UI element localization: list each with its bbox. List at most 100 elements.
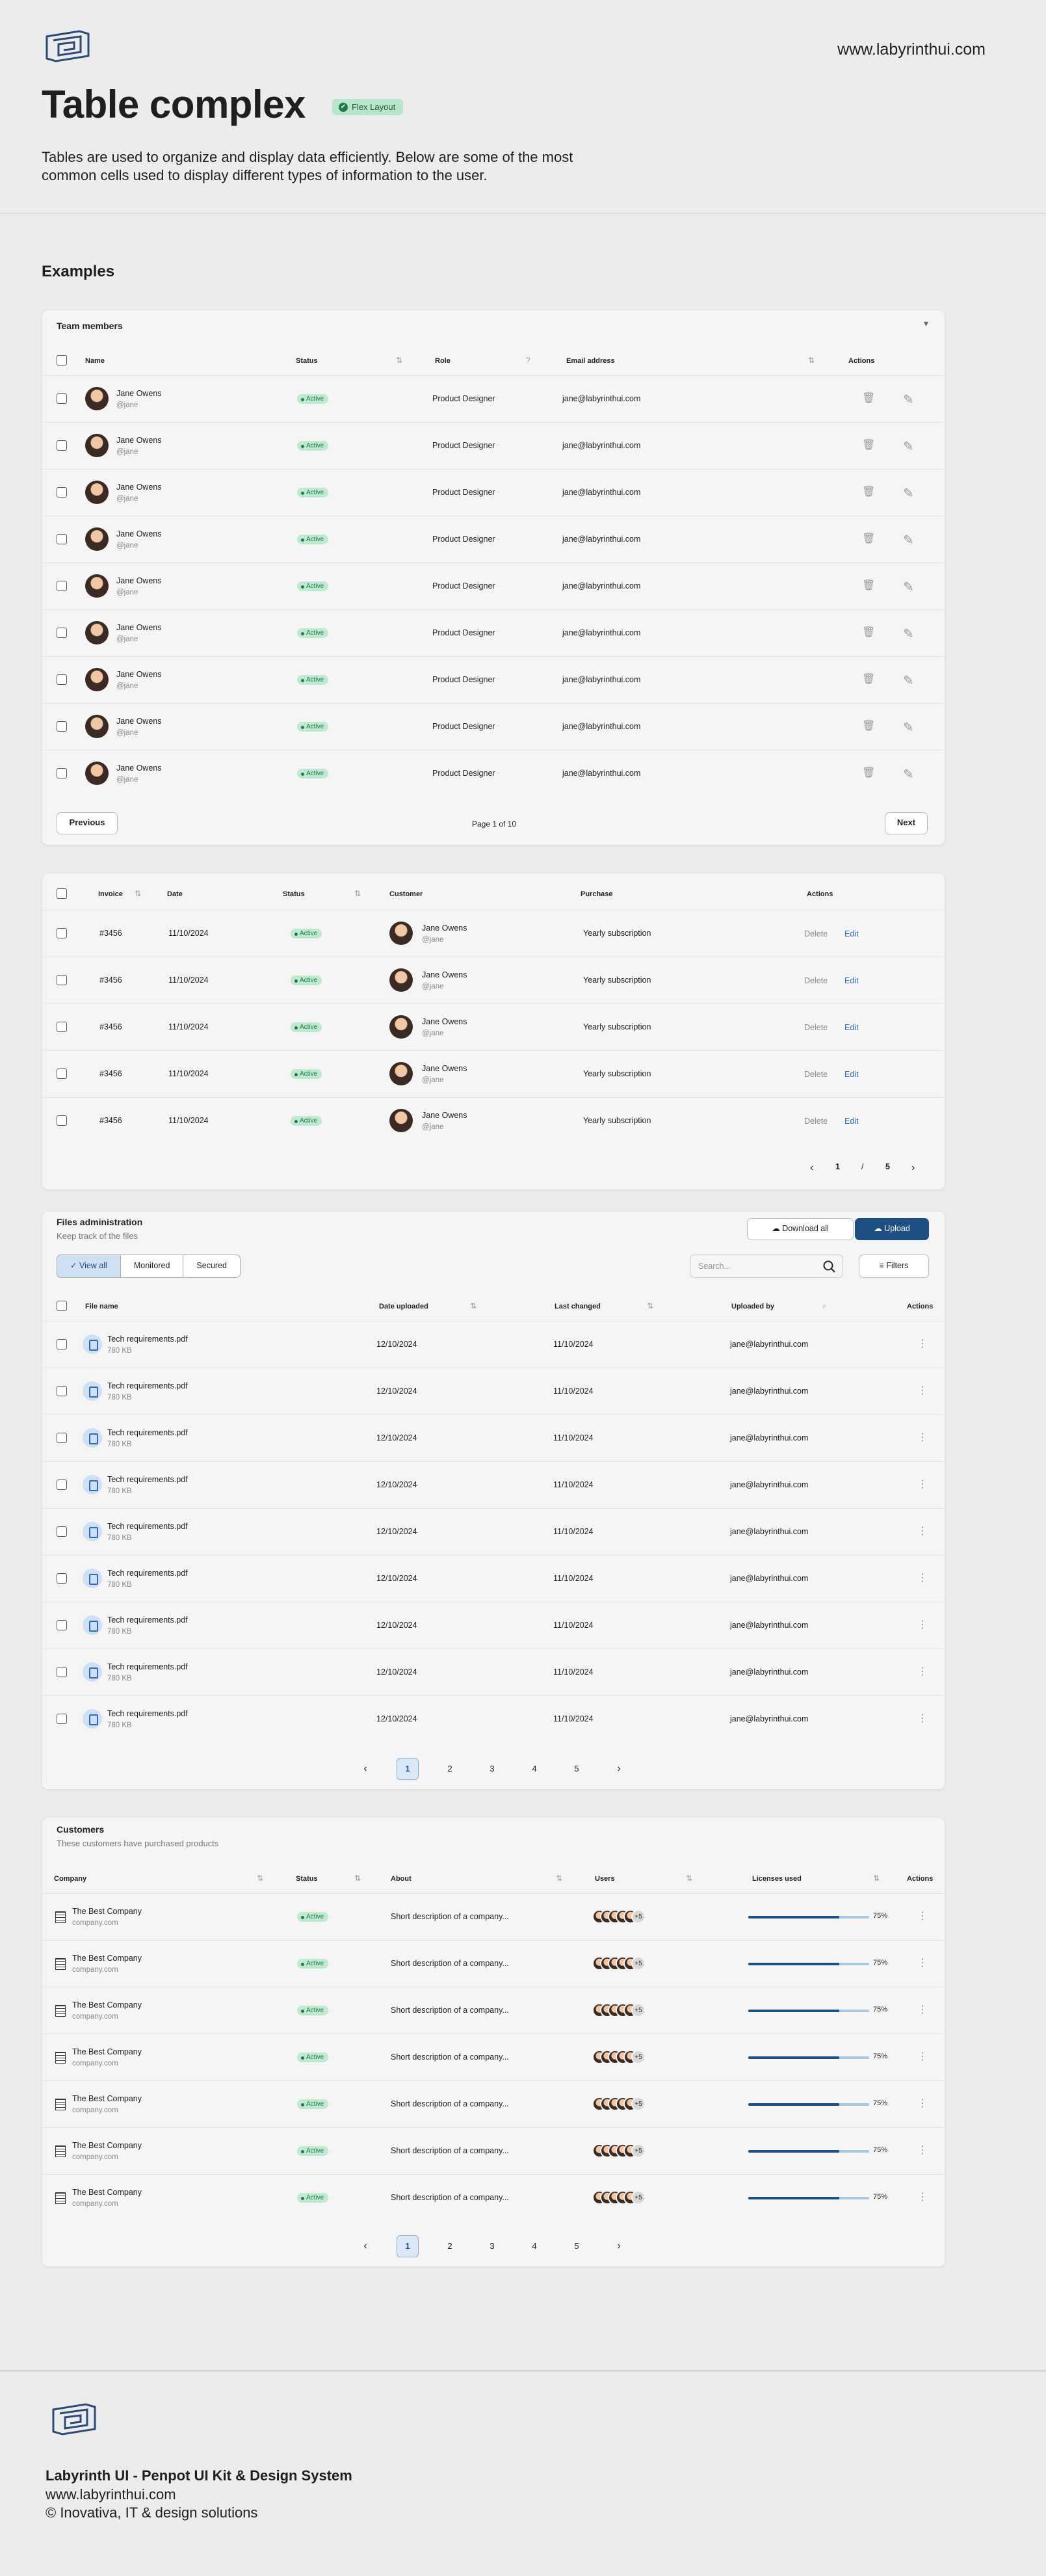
row-checkbox[interactable] [57,975,67,985]
tab-monitored[interactable]: Monitored [121,1255,184,1277]
trash-icon[interactable]: 🗑 [862,766,875,779]
row-checkbox[interactable] [57,534,67,544]
row-checkbox[interactable] [57,928,67,938]
pagination-page[interactable]: 4 [523,2235,545,2257]
tab-view-all[interactable]: ✓ View all [57,1255,121,1277]
kebab-menu-icon[interactable]: ⋮ [917,2097,928,2110]
pagination-page[interactable]: 4 [523,1758,545,1780]
tab-secured[interactable]: Secured [183,1255,240,1277]
pagination-prev-icon[interactable]: ‹ [354,2235,376,2257]
pager-current[interactable]: 1 [835,1162,840,1171]
row-checkbox[interactable] [57,1433,67,1443]
row-checkbox[interactable] [57,1339,67,1349]
kebab-menu-icon[interactable]: ⋮ [917,1524,928,1537]
kebab-menu-icon[interactable]: ⋮ [917,1909,928,1922]
sort-icon[interactable]: ⇅ [686,1874,692,1883]
dropdown-icon[interactable]: ▾ [924,318,928,329]
trash-icon[interactable]: 🗑 [862,532,875,545]
edit-icon[interactable]: ✎ [903,579,914,595]
sort-icon[interactable]: ⇅ [808,356,815,365]
edit-icon[interactable]: ✎ [903,766,914,782]
row-checkbox[interactable] [57,487,67,498]
pagination-prev-icon[interactable]: ‹ [354,1758,376,1780]
pagination-page[interactable]: 2 [439,1758,461,1780]
sort-icon[interactable]: ⇅ [354,889,361,898]
kebab-menu-icon[interactable]: ⋮ [917,1956,928,1969]
trash-icon[interactable]: 🗑 [862,485,875,498]
edit-link[interactable]: Edit [844,1070,859,1079]
delete-link[interactable]: Delete [804,929,828,938]
delete-link[interactable]: Delete [804,1023,828,1032]
edit-link[interactable]: Edit [844,1023,859,1032]
edit-icon[interactable]: ✎ [903,485,914,501]
search-column-icon[interactable]: ⌕ [822,1301,827,1311]
edit-link[interactable]: Edit [844,1117,859,1126]
pager-prev-icon[interactable]: ‹ [810,1162,813,1174]
kebab-menu-icon[interactable]: ⋮ [917,2190,928,2203]
site-url[interactable]: www.labyrinthui.com [837,40,986,59]
delete-link[interactable]: Delete [804,1117,828,1126]
trash-icon[interactable]: 🗑 [862,579,875,592]
next-button[interactable]: Next [885,812,928,834]
row-checkbox[interactable] [57,721,67,732]
row-checkbox[interactable] [57,581,67,591]
row-checkbox[interactable] [57,1667,67,1677]
select-all-checkbox[interactable] [57,1301,67,1311]
trash-icon[interactable]: 🗑 [862,438,875,451]
kebab-menu-icon[interactable]: ⋮ [917,2050,928,2063]
kebab-menu-icon[interactable]: ⋮ [917,1431,928,1444]
kebab-menu-icon[interactable]: ⋮ [917,1665,928,1678]
trash-icon[interactable]: 🗑 [862,392,875,405]
row-checkbox[interactable] [57,1115,67,1126]
trash-icon[interactable]: 🗑 [862,626,875,639]
sort-icon[interactable]: ⇅ [135,889,141,898]
kebab-menu-icon[interactable]: ⋮ [917,2003,928,2016]
edit-icon[interactable]: ✎ [903,532,914,548]
sort-icon[interactable]: ⇅ [873,1874,880,1883]
search-input[interactable]: Search... [690,1255,843,1278]
row-checkbox[interactable] [57,1620,67,1630]
edit-icon[interactable]: ✎ [903,626,914,642]
trash-icon[interactable]: 🗑 [862,719,875,732]
edit-icon[interactable]: ✎ [903,719,914,736]
sort-icon[interactable]: ⇅ [470,1301,477,1310]
pagination-page[interactable]: 2 [439,2235,461,2257]
edit-link[interactable]: Edit [844,976,859,985]
kebab-menu-icon[interactable]: ⋮ [917,1384,928,1397]
row-checkbox[interactable] [57,1573,67,1584]
select-all-checkbox[interactable] [57,355,67,365]
row-checkbox[interactable] [57,628,67,638]
row-checkbox[interactable] [57,1526,67,1537]
row-checkbox[interactable] [57,1386,67,1396]
kebab-menu-icon[interactable]: ⋮ [917,1478,928,1491]
footer-url[interactable]: www.labyrinthui.com [46,2486,176,2503]
sort-icon[interactable]: ⇅ [647,1301,653,1310]
trash-icon[interactable]: 🗑 [862,672,875,685]
row-checkbox[interactable] [57,393,67,404]
edit-icon[interactable]: ✎ [903,672,914,689]
sort-icon[interactable]: ⇅ [556,1874,562,1883]
kebab-menu-icon[interactable]: ⋮ [917,1712,928,1725]
row-checkbox[interactable] [57,674,67,685]
edit-link[interactable]: Edit [844,929,859,938]
kebab-menu-icon[interactable]: ⋮ [917,1571,928,1584]
select-all-checkbox[interactable] [57,888,67,899]
kebab-menu-icon[interactable]: ⋮ [917,2144,928,2157]
delete-link[interactable]: Delete [804,1070,828,1079]
sort-icon[interactable]: ⇅ [396,356,402,365]
pagination-page[interactable]: 3 [481,2235,503,2257]
sort-icon[interactable]: ⇅ [354,1874,361,1883]
pager-next-icon[interactable]: › [911,1162,915,1174]
row-checkbox[interactable] [57,1480,67,1490]
pagination-page[interactable]: 1 [397,1758,419,1780]
row-checkbox[interactable] [57,768,67,778]
row-checkbox[interactable] [57,1714,67,1724]
pagination-page[interactable]: 5 [566,2235,588,2257]
download-all-button[interactable]: ☁ Download all [747,1218,854,1240]
row-checkbox[interactable] [57,1069,67,1079]
row-checkbox[interactable] [57,440,67,451]
pagination-next-icon[interactable]: › [608,2235,630,2257]
pagination-page[interactable]: 5 [566,1758,588,1780]
pagination-next-icon[interactable]: › [608,1758,630,1780]
sort-icon[interactable]: ⇅ [257,1874,263,1883]
